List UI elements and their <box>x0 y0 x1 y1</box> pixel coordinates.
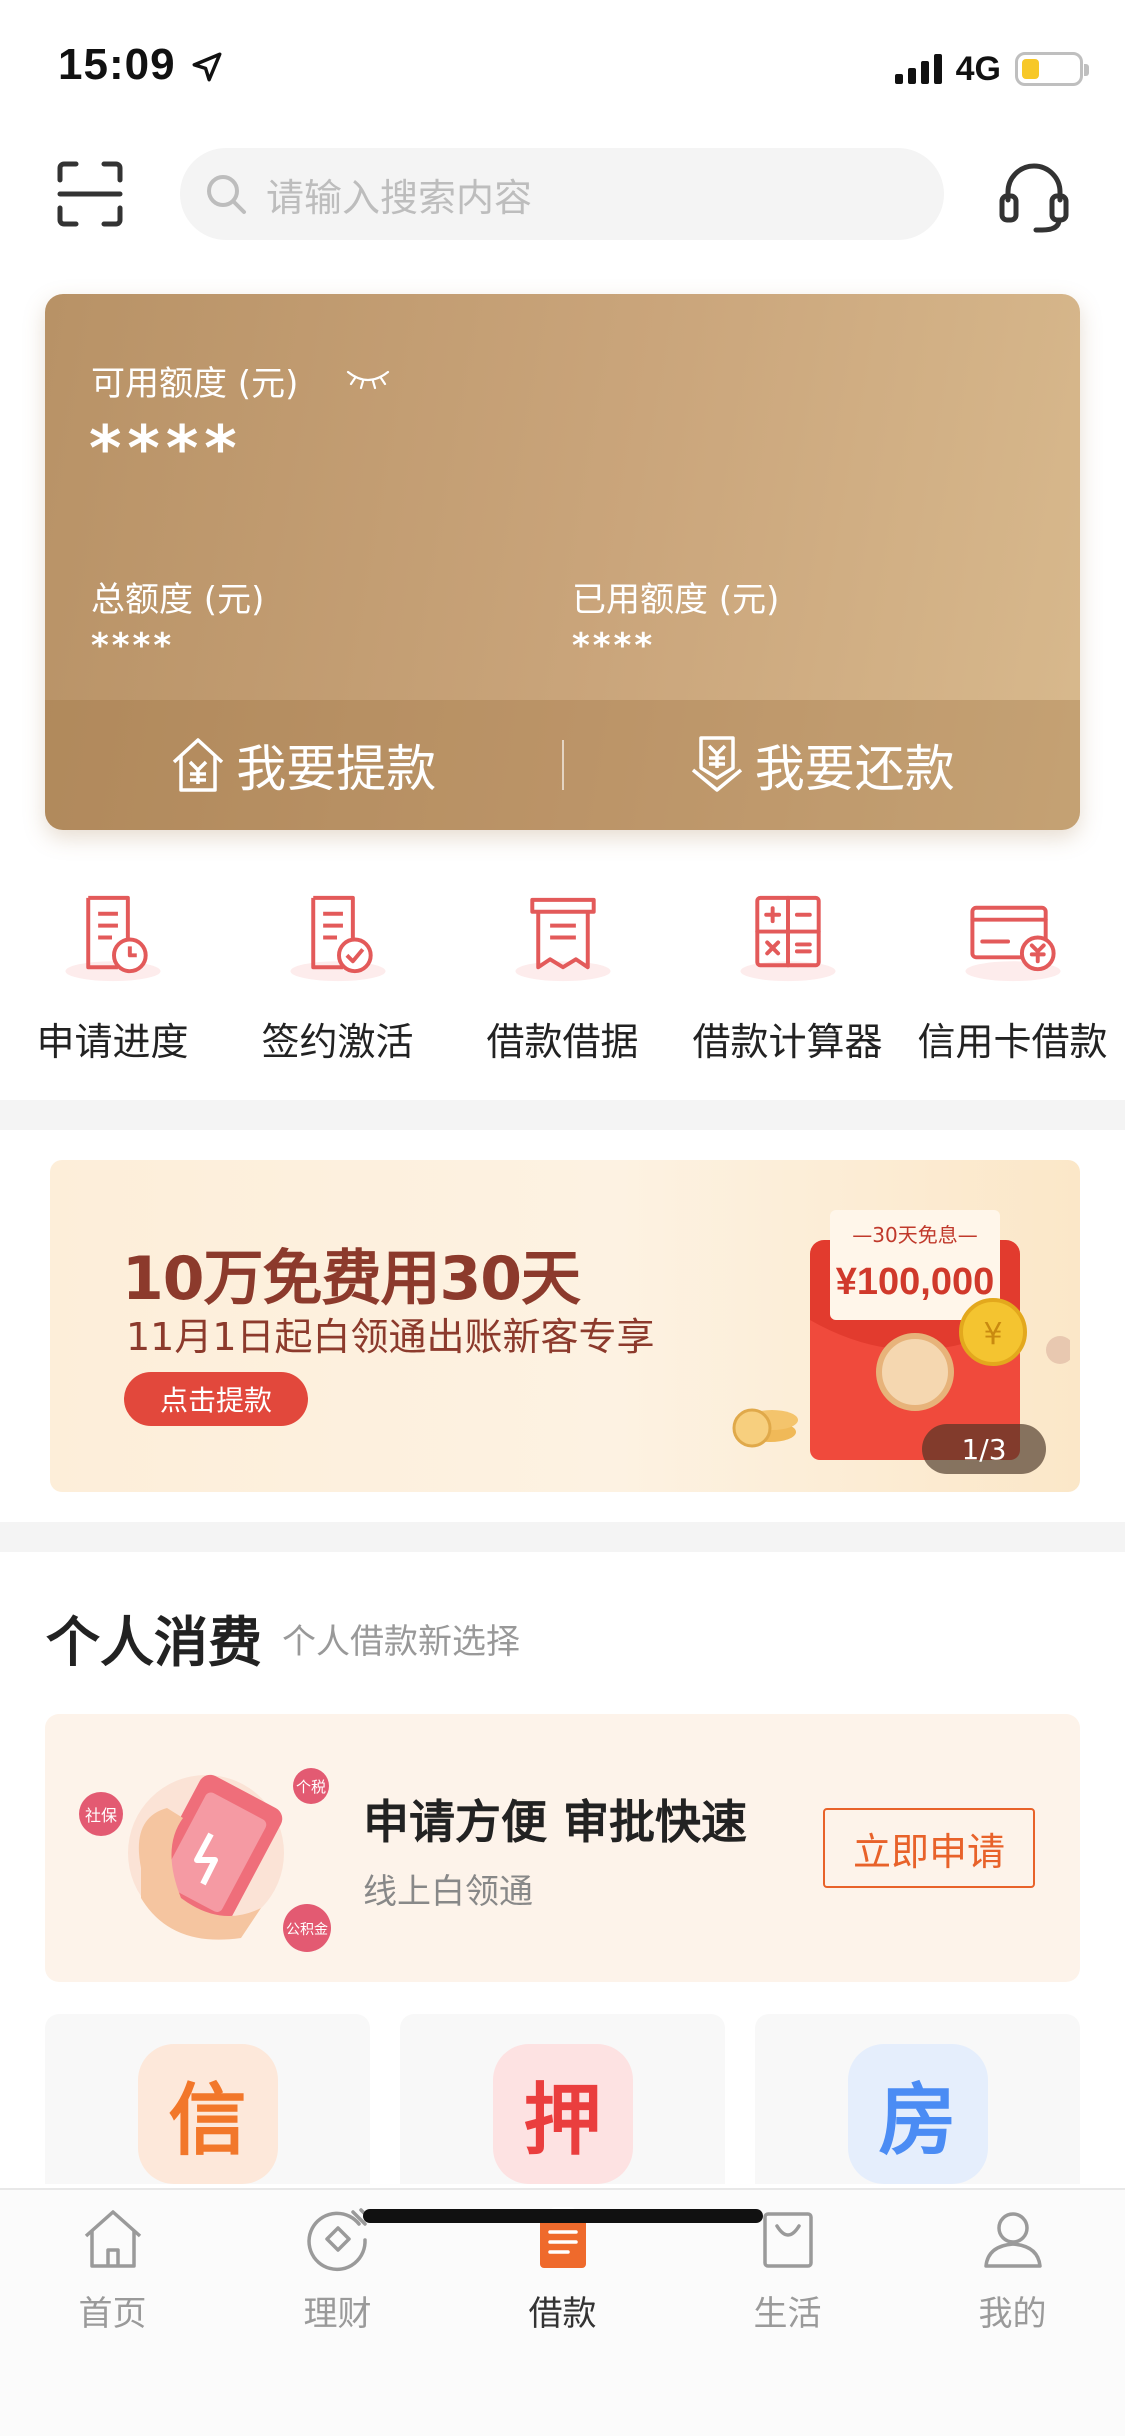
section-separator <box>0 1100 1125 1130</box>
pledge-loan-badge: 押 <box>492 2044 633 2184</box>
withdraw-house-icon <box>173 738 224 792</box>
apply-now-button[interactable]: 立即申请 <box>823 1808 1035 1888</box>
quick-item-credit-card-loan[interactable]: 信用卡借款 <box>900 886 1125 1066</box>
total-limit-label: 总额度 (元) <box>91 580 265 620</box>
search-placeholder: 请输入搜索内容 <box>266 175 533 220</box>
tab-mine[interactable]: 我的 <box>900 2204 1125 2340</box>
tab-loan[interactable]: 借款 <box>450 2204 675 2340</box>
banner-pager: 1/3 <box>922 1424 1046 1474</box>
used-limit-value: **** <box>572 626 656 666</box>
quick-label-sign-activate: 签约激活 <box>261 1020 414 1064</box>
tab-label-life: 生活 <box>753 2294 822 2334</box>
loan-type-house[interactable]: 房 <box>755 2014 1080 2184</box>
phone-hand-illustration: 社保 个税 公积金 <box>79 1768 331 1952</box>
profile-icon <box>983 2212 1042 2268</box>
tab-label-wealth: 理财 <box>303 2294 372 2334</box>
repay-shield-icon <box>691 736 742 792</box>
tab-label-home: 首页 <box>78 2294 147 2334</box>
promo-banner[interactable]: 10万免费用30天 11月1日起白领通出账新客专享 点击提款 —30天免息— ¥… <box>50 1160 1080 1492</box>
calculator-icon <box>739 895 836 982</box>
banner-withdraw-button[interactable]: 点击提款 <box>124 1372 308 1426</box>
tab-label-mine: 我的 <box>978 2294 1047 2334</box>
quick-item-application-progress[interactable]: 申请进度 <box>0 886 225 1066</box>
network-type: 4G <box>955 49 1001 88</box>
headset-icon[interactable] <box>998 158 1070 234</box>
credit-limit-card: 可用额度 (元) **** 总额度 (元) **** 已用额度 (元) ****… <box>45 294 1080 830</box>
status-bar: 15:09 4G <box>0 0 1125 132</box>
home-icon <box>84 2210 141 2268</box>
status-time: 15:09 <box>58 40 176 89</box>
location-arrow-icon <box>192 52 222 82</box>
card-actions: 我要提款 我要还款 <box>45 700 1080 830</box>
banner-subtitle: 11月1日起白领通出账新客专享 <box>126 1315 655 1359</box>
section-subtitle: 个人借款新选择 <box>282 1622 520 1662</box>
loan-receipt-icon <box>514 897 611 982</box>
withdraw-label: 我要提款 <box>236 740 437 798</box>
battery-icon <box>1015 52 1089 86</box>
quick-item-loan-receipt[interactable]: 借款借据 <box>450 886 675 1066</box>
loan-type-mortgage-pledge[interactable]: 押 <box>400 2014 725 2184</box>
repay-label: 我要还款 <box>754 740 955 798</box>
promo-tag-social-security: 社保 <box>85 1806 117 1825</box>
promo-subtitle: 线上白领通 <box>363 1872 533 1912</box>
house-loan-badge: 房 <box>847 2044 988 2184</box>
wealth-icon <box>306 2208 369 2272</box>
quick-label-application-progress: 申请进度 <box>36 1020 189 1064</box>
tab-life[interactable]: 生活 <box>675 2204 900 2340</box>
quick-item-calculator[interactable]: 借款计算器 <box>675 886 900 1066</box>
envelope-amount: ¥100,000 <box>836 1261 995 1303</box>
application-progress-icon <box>64 895 161 982</box>
credit-card-loan-icon <box>964 905 1061 982</box>
loan-type-list: 信 押 房 <box>45 2014 1080 2184</box>
credit-limit-info: 可用额度 (元) **** 总额度 (元) **** 已用额度 (元) **** <box>45 294 1080 700</box>
available-limit-value: **** <box>89 412 243 485</box>
promo-tag-income-tax: 个税 <box>296 1778 326 1796</box>
header: 请输入搜索内容 <box>0 148 1125 244</box>
home-indicator[interactable] <box>363 2209 763 2223</box>
search-icon <box>207 175 246 214</box>
quick-label-loan-receipt: 借款借据 <box>486 1020 639 1064</box>
credit-loan-badge: 信 <box>137 2044 278 2184</box>
promo-tag-housing-fund: 公积金 <box>286 1922 328 1938</box>
available-limit-label: 可用额度 (元) <box>91 364 299 404</box>
used-limit-label: 已用额度 (元) <box>572 580 780 620</box>
quick-menu: 申请进度 签约激活 借款借据 借款计算器 信用卡借款 <box>0 886 1125 1066</box>
tab-wealth[interactable]: 理财 <box>225 2204 450 2340</box>
signal-icon <box>894 54 942 84</box>
section-separator <box>0 1522 1125 1552</box>
repay-button[interactable]: 我要还款 <box>564 729 1081 801</box>
tab-label-loan: 借款 <box>528 2294 597 2334</box>
promo-title: 申请方便 审批快速 <box>363 1795 748 1849</box>
withdraw-button[interactable]: 我要提款 <box>45 729 562 801</box>
scan-icon[interactable] <box>56 160 124 228</box>
loan-promo-card[interactable]: 社保 个税 公积金 申请方便 审批快速 线上白领通 立即申请 <box>45 1714 1080 1982</box>
status-indicators: 4G <box>894 46 1089 92</box>
loan-type-credit[interactable]: 信 <box>45 2014 370 2184</box>
banner-title: 10万免费用30天 <box>122 1244 581 1314</box>
bottom-tab-bar: 首页 理财 借款 生活 我的 <box>0 2188 1125 2436</box>
shopping-bag-icon <box>762 2212 813 2268</box>
total-limit-value: **** <box>91 626 175 666</box>
search-bar[interactable]: 请输入搜索内容 <box>180 148 944 240</box>
quick-item-sign-activate[interactable]: 签约激活 <box>225 886 450 1066</box>
envelope-tag: —30天免息— <box>852 1223 977 1247</box>
tab-home[interactable]: 首页 <box>0 2204 225 2340</box>
sign-activate-icon <box>289 895 386 982</box>
section-title: 个人消费 <box>46 1611 262 1674</box>
quick-label-calculator: 借款计算器 <box>692 1020 883 1064</box>
svg-text:¥: ¥ <box>983 1317 1002 1352</box>
quick-label-credit-card-loan: 信用卡借款 <box>917 1020 1108 1064</box>
eye-closed-icon[interactable] <box>345 366 391 392</box>
